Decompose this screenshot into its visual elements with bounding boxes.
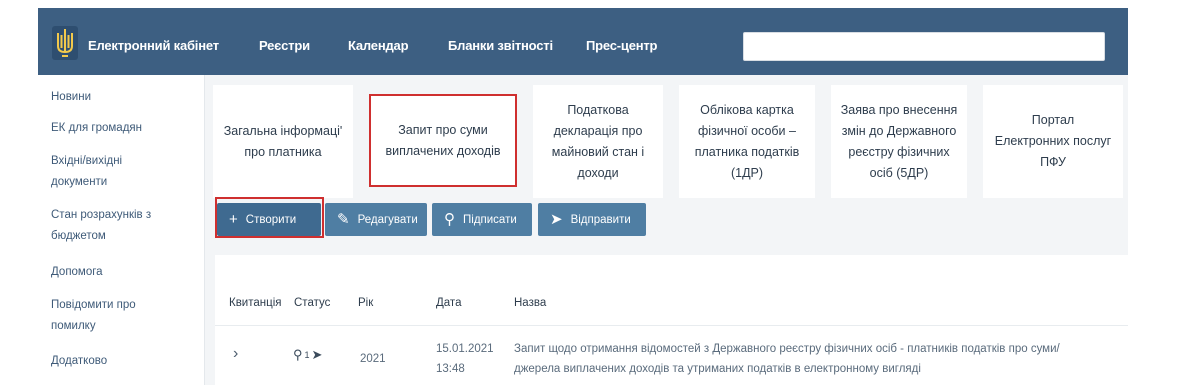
column-header-status[interactable]: Статус	[294, 297, 330, 309]
column-header-date[interactable]: Дата	[436, 297, 461, 309]
column-header-year[interactable]: Рік	[358, 297, 373, 309]
card-line: виплачених доходів	[385, 143, 501, 158]
card-line: Електронних послуг	[994, 134, 1112, 148]
paper-plane-icon: ➤	[550, 211, 563, 228]
create-button[interactable]: + Створити	[217, 203, 321, 236]
column-header-receipt[interactable]: Квитанція	[229, 297, 282, 309]
card-line: доходи	[577, 165, 619, 180]
create-label: Створити	[245, 213, 297, 226]
card-line: платника податків	[694, 144, 800, 159]
status-cell: ⚲ 1 ➤	[293, 347, 322, 363]
sidebar-item-additional[interactable]: Додатково	[51, 351, 196, 372]
send-label: Відправити	[570, 213, 631, 226]
card-line: майновий стан і	[551, 144, 645, 159]
brand-title[interactable]: Електронний кабінет	[88, 38, 219, 53]
plus-icon: +	[229, 211, 238, 228]
card-line: декларація про	[553, 123, 643, 138]
sidebar-item-budget-settlements[interactable]: Стан розрахунків з бюджетом	[51, 205, 171, 247]
edit-button[interactable]: ✎ Редагувати	[325, 203, 427, 236]
trident-logo-icon	[52, 26, 78, 60]
card-line: Облікова картка	[700, 102, 794, 117]
document-name-line-2: джерела виплачених доходів та утриманих …	[514, 363, 921, 375]
documents-table: Квитанція Статус Рік Дата Назва › ⚲ 1 ➤ …	[215, 255, 1128, 385]
card-line: змін до Державного	[841, 123, 957, 138]
card-line: Заява про внесення	[840, 102, 958, 117]
sidebar-item-help[interactable]: Допомога	[51, 262, 196, 283]
sidebar: Новини ЕК для громадян Вхідні/вихідні до…	[38, 75, 205, 385]
edit-label: Редагувати	[357, 213, 418, 226]
sign-button[interactable]: ⚲ Підписати	[432, 203, 532, 236]
paper-plane-icon: ➤	[311, 347, 323, 362]
card-line: Податкова	[567, 102, 629, 117]
card-line: реєстру фізичних	[848, 144, 950, 159]
key-icon: ⚲	[293, 347, 303, 362]
card-line: Портал	[1031, 113, 1075, 127]
top-navigation-bar: Електронний кабінет Реєстри Календар Бла…	[38, 8, 1128, 75]
card-line: ПФУ	[1040, 155, 1066, 169]
card-income-request[interactable]: Запит про суми виплачених доходів	[369, 94, 517, 187]
card-line: осіб (5ДР)	[869, 165, 929, 180]
card-general-info[interactable]: Загальна інформаці' про платника	[213, 85, 353, 198]
column-header-name[interactable]: Назва	[514, 297, 546, 309]
send-button[interactable]: ➤ Відправити	[538, 203, 646, 236]
pencil-icon: ✎	[337, 211, 350, 228]
status-count: 1	[304, 350, 310, 360]
document-name-line-1: Запит щодо отримання відомостей з Держав…	[514, 343, 1060, 355]
sidebar-item-documents[interactable]: Вхідні/вихідні документи	[51, 151, 141, 193]
sidebar-item-report-error[interactable]: Повідомити про помилку	[51, 295, 151, 337]
sidebar-item-ek-for-citizens[interactable]: ЕК для громадян	[51, 118, 196, 139]
date-cell: 15.01.2021	[436, 343, 494, 355]
sidebar-item-news[interactable]: Новини	[51, 87, 196, 108]
nav-registries[interactable]: Реєстри	[259, 38, 310, 53]
card-line: Загальна інформаці'	[223, 123, 343, 138]
card-application-5dr[interactable]: Заява про внесення змін до Державного реєс…	[831, 85, 967, 198]
nav-calendar[interactable]: Календар	[348, 38, 409, 53]
card-pfu-portal[interactable]: Портал Електронних послуг ПФУ	[983, 85, 1123, 198]
main-content: Загальна інформаці' про платника Запит пр…	[205, 75, 1128, 385]
card-line: (1ДР)	[730, 165, 764, 180]
nav-press-center[interactable]: Прес-центр	[586, 38, 657, 53]
nav-report-forms[interactable]: Бланки звітності	[448, 38, 553, 53]
time-cell: 13:48	[436, 363, 465, 375]
card-line: Запит про суми	[398, 122, 488, 137]
year-cell: 2021	[360, 353, 386, 365]
card-property-declaration[interactable]: Податкова декларація про майновий стан і до…	[533, 85, 663, 198]
card-line: про платника	[244, 144, 322, 159]
key-icon: ⚲	[444, 211, 455, 228]
search-input[interactable]	[743, 32, 1105, 61]
chevron-right-icon[interactable]: ›	[233, 345, 238, 363]
card-registration-1dr[interactable]: Облікова картка фізичної особи – платника …	[679, 85, 815, 198]
app-window: Електронний кабінет Реєстри Календар Бла…	[38, 8, 1128, 385]
card-line: фізичної особи –	[698, 123, 796, 138]
sign-label: Підписати	[463, 213, 517, 226]
